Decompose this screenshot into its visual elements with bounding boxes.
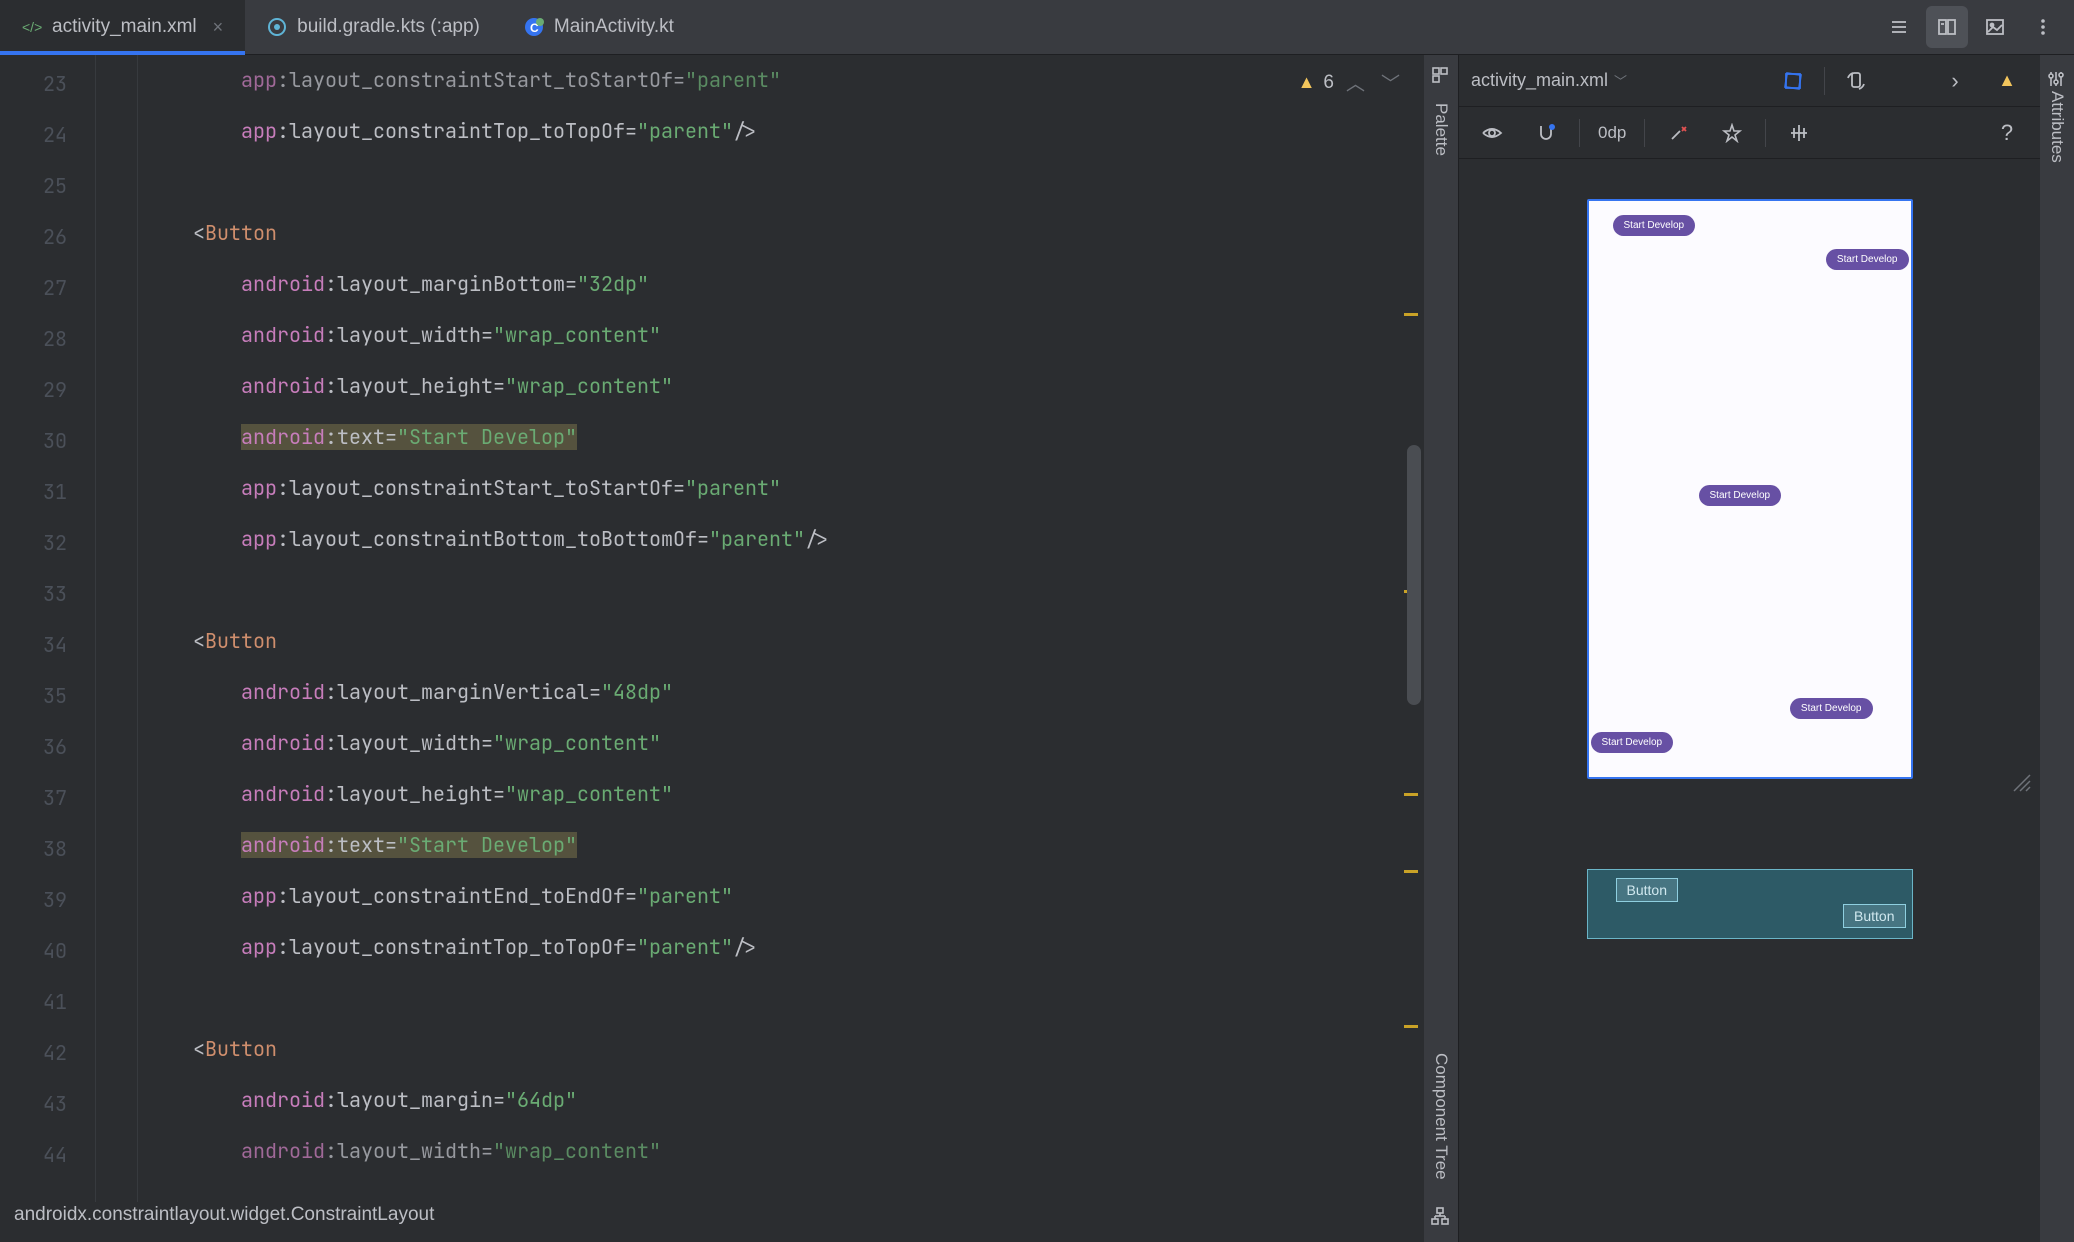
tab-label: activity_main.xml xyxy=(52,16,197,38)
code-view-icon[interactable] xyxy=(1878,6,1920,48)
tree-icon xyxy=(1430,1206,1452,1228)
warning-icon: ▲ xyxy=(1298,72,1316,93)
preview-button[interactable]: Start Develop xyxy=(1826,249,1909,270)
code-area[interactable]: app:layout_constraintStart_toStartOf="pa… xyxy=(95,55,1424,1202)
overflow-menu-icon[interactable] xyxy=(2022,6,2064,48)
eye-icon[interactable] xyxy=(1471,112,1513,154)
chevron-down-icon[interactable]: ﹀ xyxy=(1377,69,1404,96)
blueprint-surface[interactable]: Button Button xyxy=(1587,869,1913,939)
tab-build-gradle[interactable]: build.gradle.kts (:app) xyxy=(245,0,502,54)
preview-button[interactable]: Start Develop xyxy=(1790,698,1873,719)
device-surface[interactable]: Start Develop Start Develop Start Develop S… xyxy=(1587,199,1913,779)
design-canvas[interactable]: Start Develop Start Develop Start Develop S… xyxy=(1459,159,2040,1242)
default-margin[interactable]: 0dp xyxy=(1592,123,1632,143)
attributes-panel-tab[interactable]: Attributes xyxy=(2040,55,2074,1242)
split-view-icon[interactable] xyxy=(1926,6,1968,48)
breadcrumb[interactable]: androidx.constraintlayout.widget.Constra… xyxy=(0,1202,1424,1242)
palette-panel-tab[interactable]: Palette Component Tree xyxy=(1424,55,1458,1242)
svg-text:</>: </> xyxy=(22,19,42,35)
blueprint-button[interactable]: Button xyxy=(1616,878,1678,902)
tab-main-activity[interactable]: C MainActivity.kt xyxy=(502,0,696,54)
resize-handle-icon[interactable] xyxy=(2008,769,2032,793)
palette-icon xyxy=(1430,65,1452,87)
kotlin-class-icon: C xyxy=(524,17,544,37)
chevron-down-icon: ﹀ xyxy=(1614,71,1627,90)
clear-constraints-icon[interactable] xyxy=(1657,112,1699,154)
gradle-icon xyxy=(267,17,287,37)
design-view-icon[interactable] xyxy=(1974,6,2016,48)
inspection-badge[interactable]: ▲ 6 ︿ ﹀ xyxy=(1298,69,1404,96)
preview-file-dropdown[interactable]: activity_main.xml ﹀ xyxy=(1471,70,1627,91)
preview-button[interactable]: Start Develop xyxy=(1699,485,1782,506)
preview-button[interactable]: Start Develop xyxy=(1591,732,1674,753)
xml-icon: </> xyxy=(22,17,42,37)
guidelines-icon[interactable] xyxy=(1778,112,1820,154)
orientation-icon[interactable] xyxy=(1835,60,1877,102)
scrollbar-thumb[interactable] xyxy=(1407,445,1421,705)
close-icon[interactable]: × xyxy=(213,17,224,38)
blueprint-button[interactable]: Button xyxy=(1843,904,1905,928)
file-tabs: </> activity_main.xml × build.gradle.kts… xyxy=(0,0,2074,55)
line-gutter: 2324252627282930313233343536373839404142… xyxy=(0,55,95,1202)
preview-button[interactable]: Start Develop xyxy=(1613,215,1696,236)
editor-pane: 2324252627282930313233343536373839404142… xyxy=(0,55,1424,1242)
sliders-icon xyxy=(2046,69,2068,91)
surface-toggle-icon[interactable] xyxy=(1772,60,1814,102)
tab-activity-main[interactable]: </> activity_main.xml × xyxy=(0,0,245,54)
chevron-up-icon[interactable]: ︿ xyxy=(1342,69,1369,96)
chevron-right-icon[interactable]: › xyxy=(1934,60,1976,102)
infer-constraints-icon[interactable] xyxy=(1711,112,1753,154)
warning-count: 6 xyxy=(1323,72,1334,94)
magnet-icon[interactable] xyxy=(1525,112,1567,154)
component-tree-tab[interactable]: Component Tree xyxy=(1431,1047,1451,1186)
tab-label: MainActivity.kt xyxy=(554,16,674,38)
help-icon[interactable]: ? xyxy=(1986,112,2028,154)
warning-icon[interactable]: ▲ xyxy=(1986,60,2028,102)
layout-preview: activity_main.xml ﹀ › ▲ 0dp ? Start D xyxy=(1458,55,2040,1242)
tab-label: build.gradle.kts (:app) xyxy=(297,16,480,38)
